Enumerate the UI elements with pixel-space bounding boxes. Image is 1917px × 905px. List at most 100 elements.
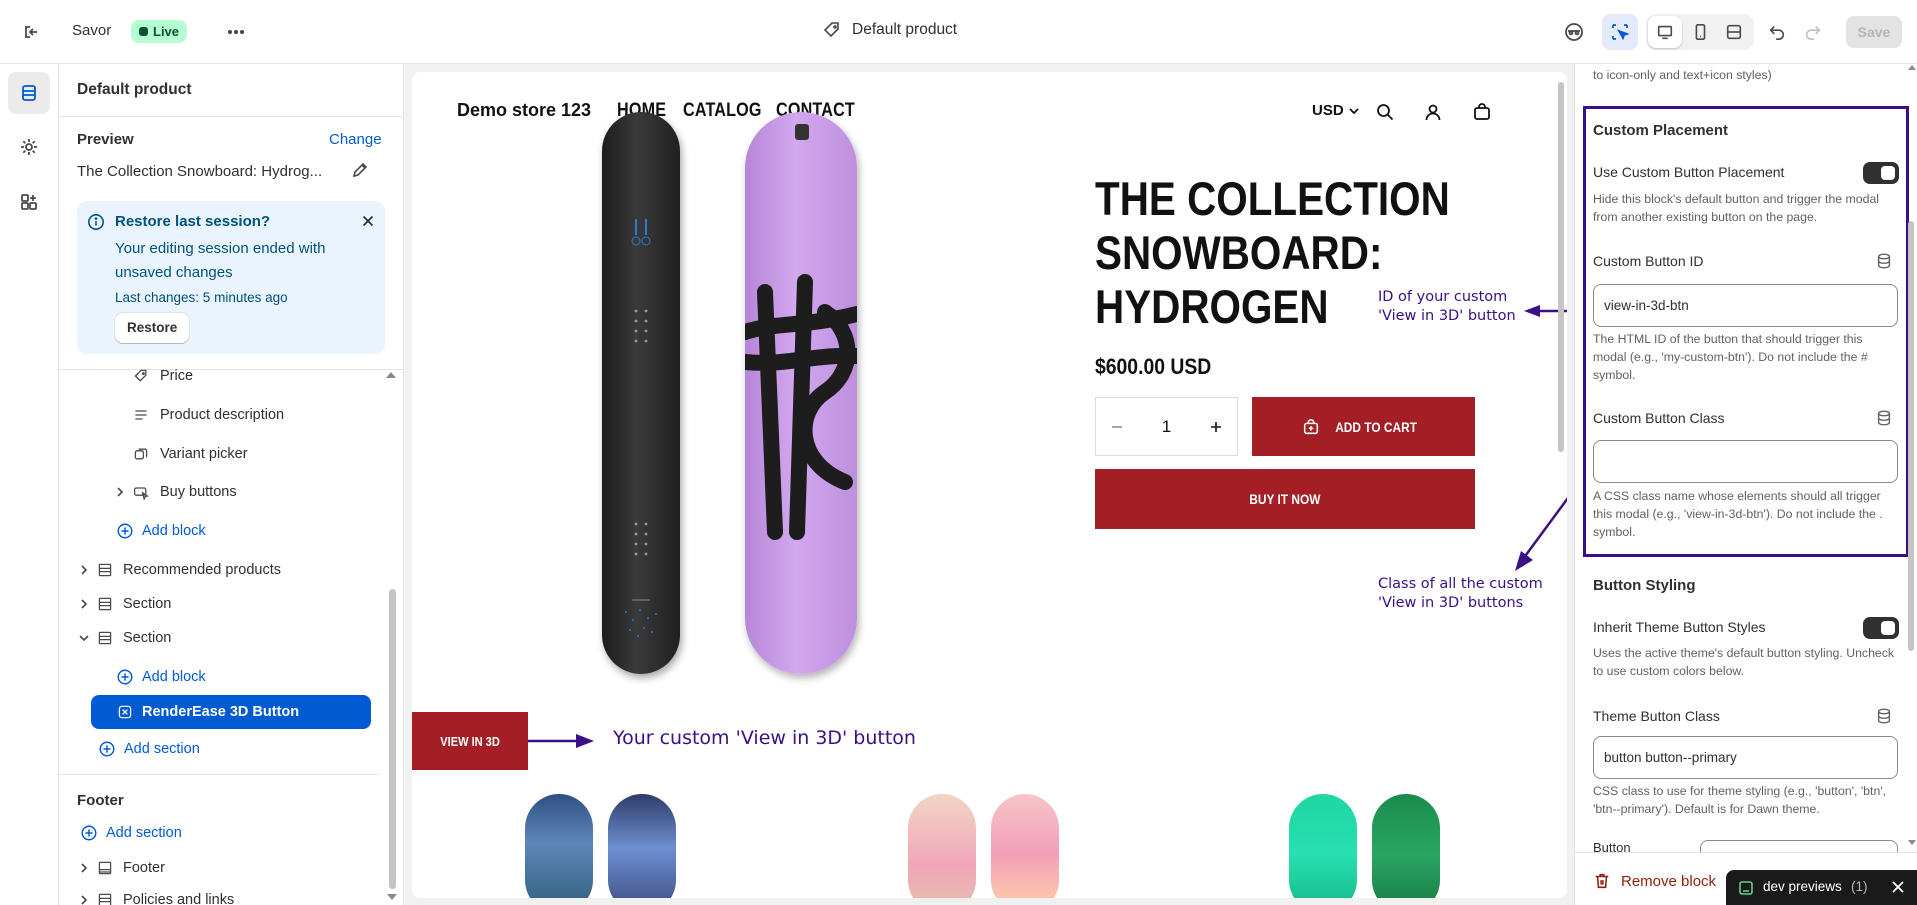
divider: [59, 774, 379, 775]
live-dot-icon: [139, 27, 148, 36]
tree-item-buy-buttons[interactable]: Buy buttons: [59, 477, 379, 507]
add-footer-section-button[interactable]: Add section: [59, 818, 379, 848]
cart-plus-icon: [1302, 418, 1320, 436]
custom-button-id-help: The HTML ID of the button that should tr…: [1593, 332, 1868, 382]
view-in-3d-button[interactable]: VIEW IN 3D: [412, 712, 528, 770]
add-block-button[interactable]: Add block: [59, 516, 379, 546]
minus-icon[interactable]: [1110, 420, 1124, 434]
left-panel-scrollbar[interactable]: [389, 589, 396, 889]
inherit-theme-label: Inherit Theme Button Styles: [1593, 619, 1766, 635]
add-section-button[interactable]: Add section: [59, 734, 379, 764]
dynamic-source-icon[interactable]: [1875, 252, 1893, 270]
nav-catalog[interactable]: CATALOG: [683, 100, 762, 122]
tree-item-footer[interactable]: Footer: [59, 853, 379, 883]
preview-product-name: The Collection Snowboard: Hydrog...: [77, 163, 323, 180]
custom-button-id-input[interactable]: view-in-3d-btn: [1593, 284, 1898, 327]
close-icon[interactable]: [359, 212, 377, 230]
insert-dots: [634, 522, 648, 556]
annotation-id-note: ID of your custom 'View in 3D' button: [1378, 288, 1516, 326]
tree-item-renderease-3d-button[interactable]: RenderEase 3D Button: [91, 695, 371, 729]
undo-icon[interactable]: [1760, 14, 1794, 50]
desktop-view-icon[interactable]: [1648, 16, 1682, 48]
restore-session-banner: Restore last session? Your editing sessi…: [77, 201, 385, 354]
annotation-custom-button-note: Your custom 'View in 3D' button: [613, 727, 916, 749]
text-lines-icon: [131, 405, 151, 425]
scroll-down-arrow-icon[interactable]: [386, 892, 398, 902]
template-selector[interactable]: Default product: [822, 20, 957, 40]
plus-circle-icon: [115, 521, 135, 541]
remove-block-label: Remove block: [1621, 872, 1717, 890]
dynamic-source-icon[interactable]: [1875, 707, 1893, 725]
inherit-theme-toggle[interactable]: [1863, 617, 1899, 639]
use-custom-placement-toggle[interactable]: [1863, 162, 1899, 184]
dynamic-source-icon[interactable]: [1875, 409, 1893, 427]
scroll-down-arrow-icon[interactable]: [1908, 838, 1916, 846]
quantity-value[interactable]: 1: [1162, 417, 1171, 437]
mobile-view-icon[interactable]: [1683, 16, 1717, 48]
insert-dots: [634, 309, 648, 343]
tree-item-recommended-products[interactable]: Recommended products: [59, 555, 379, 585]
chevron-down-icon[interactable]: [77, 631, 91, 645]
tree-item-section[interactable]: Section: [59, 589, 379, 619]
theme-button-class-input[interactable]: button button--primary: [1593, 736, 1898, 779]
panel-title: Default product: [77, 81, 192, 98]
scroll-up-arrow-icon[interactable]: [1908, 64, 1916, 72]
currency-selector[interactable]: USD: [1312, 102, 1360, 119]
cart-icon[interactable]: [1472, 102, 1492, 122]
chevron-right-icon[interactable]: [77, 861, 91, 875]
inspector-icon[interactable]: [1602, 14, 1638, 50]
chevron-right-icon[interactable]: [77, 563, 91, 577]
custom-placement-heading: Custom Placement: [1593, 122, 1729, 139]
add-to-cart-button[interactable]: ADD TO CART: [1252, 397, 1475, 456]
scroll-up-arrow-icon[interactable]: [385, 370, 397, 380]
snowboard-black-image: [602, 112, 680, 674]
plus-icon[interactable]: [1209, 420, 1223, 434]
tree-item-policies-and-links[interactable]: Policies and links: [59, 885, 379, 905]
tree-item-variant-picker[interactable]: Variant picker: [59, 439, 379, 469]
tree-label: Add section: [124, 741, 200, 757]
close-icon[interactable]: [1891, 880, 1905, 894]
chevron-right-icon[interactable]: [77, 597, 91, 611]
tree-item-price[interactable]: Price: [59, 361, 379, 391]
buy-it-now-button[interactable]: BUY IT NOW: [1095, 469, 1475, 529]
sections-icon[interactable]: [8, 72, 50, 114]
store-name[interactable]: Savor: [72, 22, 111, 39]
search-icon[interactable]: [1375, 102, 1395, 122]
section-icon: [95, 560, 115, 580]
chevron-right-icon[interactable]: [113, 485, 127, 499]
fullscreen-view-icon[interactable]: [1717, 16, 1751, 48]
ai-assistant-icon[interactable]: [1556, 14, 1592, 50]
chevron-right-icon[interactable]: [77, 893, 91, 905]
save-button[interactable]: Save: [1846, 16, 1902, 48]
view-in-3d-label: VIEW IN 3D: [440, 733, 500, 749]
restore-button[interactable]: Restore: [115, 313, 190, 343]
tree-item-product-description[interactable]: Product description: [59, 400, 379, 430]
account-icon[interactable]: [1423, 102, 1443, 122]
custom-button-class-input[interactable]: [1593, 440, 1898, 483]
recommended-snowboard-image: [991, 794, 1059, 898]
theme-settings-icon[interactable]: [8, 126, 50, 168]
app-block-icon: [115, 702, 135, 722]
right-panel-scrollbar[interactable]: [1908, 221, 1914, 651]
more-actions-icon[interactable]: [218, 14, 254, 50]
remove-block-button[interactable]: Remove block: [1593, 872, 1716, 890]
dev-previews-toast[interactable]: dev previews (1): [1726, 870, 1917, 905]
product-title-line: THE COLLECTION: [1095, 172, 1450, 225]
apps-icon[interactable]: [8, 181, 50, 223]
add-block-button[interactable]: Add block: [59, 662, 379, 692]
h2-graphic: [745, 274, 857, 540]
exit-icon[interactable]: [14, 14, 50, 50]
last-changes-text: Last changes: 5 minutes ago: [115, 290, 288, 305]
edit-pencil-icon[interactable]: [350, 160, 370, 180]
preview-scrollbar[interactable]: [1558, 82, 1564, 452]
redo-icon[interactable]: [1796, 14, 1830, 50]
left-rail: [0, 64, 59, 905]
theme-button-class-label: Theme Button Class: [1593, 708, 1720, 724]
change-preview-link[interactable]: Change: [329, 131, 382, 148]
tree-label: Section: [123, 630, 172, 646]
store-logo[interactable]: Demo store 123: [457, 100, 591, 121]
quantity-stepper[interactable]: 1: [1095, 397, 1238, 456]
section-icon: [95, 890, 115, 905]
tree-item-section-expanded[interactable]: Section: [59, 623, 379, 653]
section-icon: [95, 594, 115, 614]
